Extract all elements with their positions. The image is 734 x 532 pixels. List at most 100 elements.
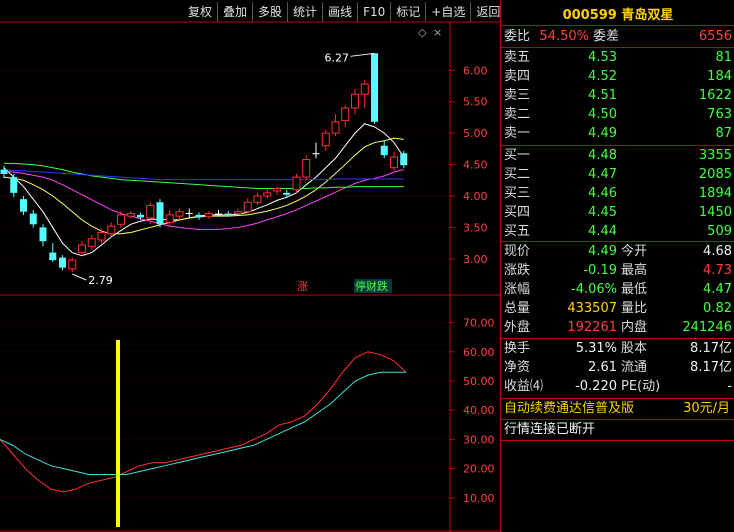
stat-value: 433507 bbox=[567, 301, 617, 316]
bid-price: 4.48 bbox=[588, 148, 617, 163]
stat-label: 内盘 bbox=[621, 320, 648, 335]
ask-row: 卖二 4.50 763 bbox=[501, 106, 734, 124]
candle-body bbox=[215, 213, 222, 215]
stat-row: 现价 4.49 今开 4.68 bbox=[501, 243, 734, 261]
separator bbox=[501, 241, 734, 242]
ask-label: 卖四 bbox=[504, 69, 531, 84]
stat-value: 4.68 bbox=[703, 244, 732, 259]
indicator-line bbox=[0, 371, 406, 475]
bid-volume: 1450 bbox=[698, 205, 732, 220]
candle-body bbox=[243, 201, 252, 213]
y-tick-label: 4.00 bbox=[463, 190, 488, 203]
bid-volume: 3355 bbox=[698, 148, 732, 163]
separator bbox=[501, 398, 734, 399]
candle-body bbox=[78, 244, 86, 254]
stat-label: 收益⑷ bbox=[504, 379, 544, 394]
stat-value: 241246 bbox=[682, 320, 732, 335]
signal-marker-bar bbox=[116, 340, 120, 527]
stat-value: 0.82 bbox=[703, 301, 732, 316]
candle-body bbox=[312, 153, 320, 155]
ask-price: 4.51 bbox=[588, 88, 617, 103]
ask-price: 4.49 bbox=[588, 126, 617, 141]
separator bbox=[501, 419, 734, 420]
y-tick-label: 3.00 bbox=[463, 253, 488, 266]
ma-line bbox=[4, 162, 404, 189]
candle-body bbox=[371, 53, 378, 122]
candle-body bbox=[283, 192, 291, 195]
bid-volume: 2085 bbox=[698, 167, 732, 182]
ask-row: 卖一 4.49 87 bbox=[501, 125, 734, 143]
toolbar-button[interactable]: +自选 bbox=[425, 2, 470, 22]
stat-value: -4.06% bbox=[571, 282, 617, 297]
stock-code: 000599 bbox=[562, 8, 617, 23]
ma-line bbox=[3, 123, 405, 257]
bid-row: 买一 4.48 3355 bbox=[501, 147, 734, 165]
bid-row: 买四 4.45 1450 bbox=[501, 204, 734, 222]
ask-label: 卖五 bbox=[504, 50, 531, 65]
stat-label: 流通 bbox=[621, 360, 648, 375]
candle-body bbox=[273, 187, 281, 192]
y-tick-label: 30.00 bbox=[463, 433, 495, 446]
weibi-label: 委比 bbox=[504, 29, 531, 44]
stat-label: 现价 bbox=[504, 244, 531, 259]
candle-body bbox=[341, 107, 350, 122]
candle-body bbox=[380, 145, 388, 156]
y-tick-label: 4.50 bbox=[463, 159, 488, 172]
toolbar-button[interactable]: 画线 bbox=[322, 2, 357, 22]
y-tick-label: 5.50 bbox=[463, 96, 488, 109]
candle-body bbox=[234, 211, 242, 215]
chart-svg[interactable]: ◇ × 6.00 5.50 5.00 4.50 4.00 3.50 3.00 6.27 2.79 涨 停… bbox=[0, 0, 500, 532]
candle-body bbox=[49, 252, 57, 261]
candle-body bbox=[117, 214, 125, 225]
candle-body bbox=[20, 199, 27, 212]
ask-price: 4.50 bbox=[588, 107, 617, 122]
candle-body bbox=[68, 259, 77, 270]
stat-value: -0.220 bbox=[575, 379, 617, 394]
stat-label: 涨跌 bbox=[504, 263, 531, 278]
bid-label: 买一 bbox=[504, 148, 531, 163]
bid-row: 买二 4.47 2085 bbox=[501, 166, 734, 184]
candle-body bbox=[321, 132, 330, 147]
toolbar-button[interactable]: 统计 bbox=[287, 2, 322, 22]
close-icon: × bbox=[433, 26, 442, 39]
toolbar-button[interactable]: 复权 bbox=[183, 2, 217, 22]
candle-body bbox=[59, 257, 66, 268]
bid-row: 买三 4.46 1894 bbox=[501, 185, 734, 203]
stat-row: 外盘 192261 内盘 241246 bbox=[501, 319, 734, 337]
toolbar-button[interactable]: F10 bbox=[357, 2, 390, 22]
bid-volume: 1894 bbox=[698, 186, 732, 201]
promo-row[interactable]: 自动续费通达信普及版 30元/月 bbox=[501, 400, 734, 418]
promo-text[interactable]: 自动续费通达信普及版 bbox=[504, 400, 634, 418]
ask-price: 4.53 bbox=[588, 50, 617, 65]
stat-label: 总量 bbox=[504, 301, 531, 316]
candle-body bbox=[39, 227, 47, 242]
stat-row: 收益⑷ -0.220 PE(动) - bbox=[501, 378, 734, 396]
promo-price[interactable]: 30元/月 bbox=[683, 400, 730, 418]
toolbar-button[interactable]: 标记 bbox=[390, 2, 425, 22]
y-tick-label: 40.00 bbox=[463, 404, 495, 417]
stat-label: 换手 bbox=[504, 341, 531, 356]
y-tick-label: 3.50 bbox=[463, 221, 488, 234]
stock-title: 000599 青岛双星 bbox=[501, 4, 734, 23]
candle-body bbox=[331, 121, 340, 134]
candle-body bbox=[146, 204, 155, 219]
ask-label: 卖一 bbox=[504, 126, 531, 141]
ask-price: 4.52 bbox=[588, 69, 617, 84]
separator bbox=[501, 145, 734, 146]
stat-row: 涨跌 -0.19 最高 4.73 bbox=[501, 262, 734, 280]
chart-area[interactable]: ◇ × 6.00 5.50 5.00 4.50 4.00 3.50 3.00 6.27 2.79 涨 停… bbox=[0, 0, 500, 532]
bid-volume: 509 bbox=[707, 224, 732, 239]
stat-label: 量比 bbox=[621, 301, 648, 316]
ask-volume: 1622 bbox=[698, 88, 732, 103]
ask-row: 卖四 4.52 184 bbox=[501, 68, 734, 86]
stat-value: 4.47 bbox=[703, 282, 732, 297]
separator bbox=[501, 47, 734, 48]
toolbar-button[interactable]: 多股 bbox=[252, 2, 287, 22]
stat-value: 5.31% bbox=[575, 341, 617, 356]
candle-body bbox=[292, 176, 301, 191]
toolbar-button[interactable]: 叠加 bbox=[217, 2, 252, 22]
candle-body bbox=[185, 212, 193, 214]
bid-label: 买二 bbox=[504, 167, 531, 182]
high-label: 6.27 bbox=[325, 51, 350, 64]
connection-status: 行情连接已断开 bbox=[504, 422, 596, 437]
